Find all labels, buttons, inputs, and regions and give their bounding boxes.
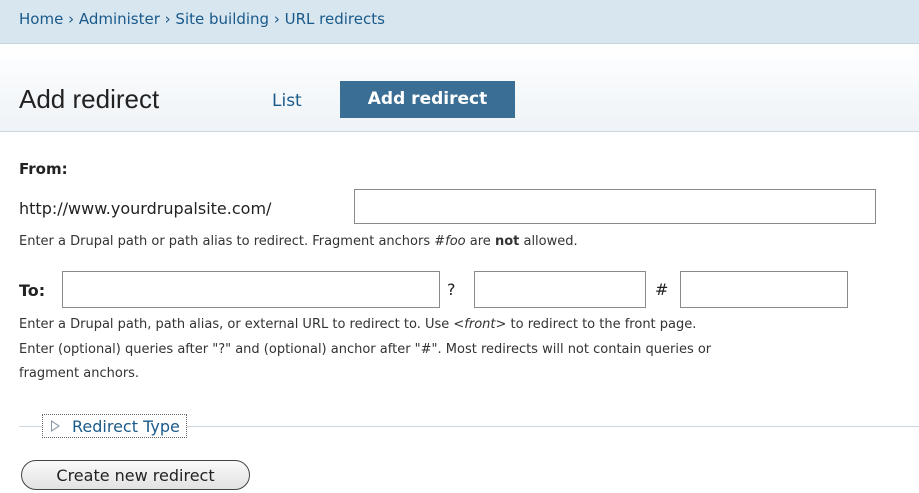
from-label: From:	[19, 160, 68, 178]
breadcrumb[interactable]: Home › Administer › Site building › URL …	[0, 0, 919, 44]
query-separator: ?	[447, 280, 456, 299]
create-redirect-button[interactable]: Create new redirect	[21, 460, 250, 490]
tab-add-redirect[interactable]: Add redirect	[340, 81, 515, 118]
to-label: To:	[19, 281, 46, 300]
page-title: Add redirect	[19, 84, 160, 114]
anchor-separator: #	[655, 280, 669, 299]
redirect-type-legend: Redirect Type	[72, 416, 180, 436]
to-description-line-3: fragment anchors.	[19, 366, 140, 381]
redirect-type-toggle[interactable]: Redirect Type	[42, 414, 187, 438]
collapse-triangle-icon	[51, 420, 60, 432]
tab-list[interactable]: List	[272, 91, 302, 111]
anchor-input[interactable]	[680, 271, 848, 308]
page-header: Add redirect List Add redirect	[0, 44, 919, 132]
to-path-input[interactable]	[62, 271, 440, 308]
base-url-prefix: http://www.yourdrupalsite.com/	[19, 199, 272, 218]
from-description: Enter a Drupal path or path alias to red…	[19, 234, 578, 249]
from-path-input[interactable]	[354, 189, 876, 224]
to-description-line-2: Enter (optional) queries after "?" and (…	[19, 342, 712, 357]
query-input[interactable]	[474, 271, 646, 308]
to-description-line-1: Enter a Drupal path, path alias, or exte…	[19, 317, 697, 332]
